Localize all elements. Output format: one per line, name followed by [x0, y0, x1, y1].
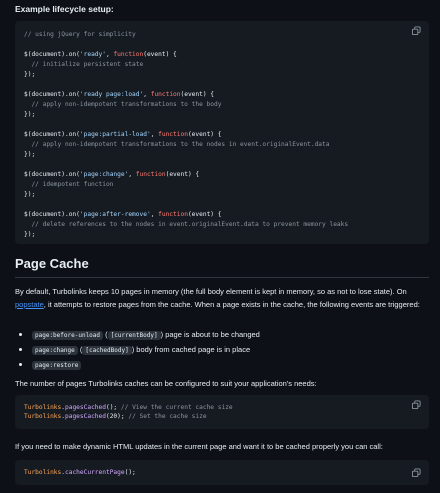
code-line: }); [24, 190, 35, 199]
code-token: $(document).on( [24, 211, 80, 218]
code-token: (event) { [143, 51, 177, 58]
code-line: $(document).on('ready page:load', functi… [24, 90, 214, 99]
code-token: (event) { [187, 131, 222, 138]
code-token: (event) { [187, 211, 222, 218]
code-token: // Set the cache size [128, 413, 207, 420]
event-code: page:change [32, 346, 78, 355]
code-token: // View the current cache size [120, 404, 233, 411]
code-token: (); [105, 404, 121, 411]
code-line: }); [24, 230, 35, 239]
event-description: body from cached page is in place [136, 345, 251, 354]
code-line: }); [24, 70, 35, 79]
code-token: (event) { [180, 91, 215, 98]
code-token: , [143, 91, 151, 98]
paren-open: ( [103, 330, 108, 339]
code-token: // apply non-idempotent transformations … [24, 141, 330, 148]
page-cache-paragraph: By default, Turbolinks keeps 10 pages in… [15, 285, 429, 311]
code-token: $(document).on( [24, 171, 80, 178]
code-token: }); [24, 151, 36, 158]
code-line: $(document).on('ready', function(event) … [24, 50, 177, 59]
code-token: }); [24, 191, 36, 198]
code-line: }); [24, 150, 35, 159]
bullet-dot [19, 333, 22, 336]
event-arg: [currentBody] [107, 331, 161, 340]
code-line: Turbolinks.pagesCached(20); // Set the c… [24, 412, 207, 421]
list-item: page:change ([cachedBody]) body from cac… [32, 344, 250, 357]
code-line: // initialize persistent state [24, 60, 143, 69]
code-token: , [150, 131, 159, 138]
list-item: page:restore [32, 359, 82, 372]
code-token: function [158, 131, 188, 138]
code-line: $(document).on('page:partial-load', func… [24, 130, 221, 139]
list-item: page:before-unload ([currentBody]) page … [32, 329, 260, 342]
code-token: // delete references to the nodes in eve… [24, 221, 349, 228]
cache-code-block: Turbolinks.pagesCached(); // View the cu… [15, 395, 429, 429]
copy-icon[interactable] [412, 26, 421, 36]
dynamic-update-paragraph: If you need to make dynamic HTML updates… [15, 442, 383, 451]
code-token: }); [24, 231, 36, 238]
para-text-1: By default, Turbolinks keeps 10 pages in… [15, 287, 407, 296]
event-arg: [cachedBody] [82, 346, 132, 355]
code-token: function [158, 211, 188, 218]
code-token: function [150, 91, 181, 98]
code-token: }); [24, 111, 36, 118]
code-token: // idempotent function [24, 181, 114, 188]
code-token: Turbolinks [24, 404, 62, 411]
code-token: 'page:change' [79, 171, 129, 178]
code-token: (); [124, 469, 136, 476]
code-token: $(document).on( [24, 51, 80, 58]
code-token: function [135, 171, 166, 178]
code-token: }); [24, 71, 36, 78]
code-line: // delete references to the nodes in eve… [24, 220, 348, 229]
code-token: $(document).on( [24, 91, 80, 98]
code-token: Turbolinks [24, 469, 62, 476]
code-token: (event) { [165, 171, 200, 178]
event-description: page is about to be changed [165, 330, 260, 339]
heading-divider [15, 277, 429, 278]
code-token: pagesCached [65, 404, 106, 411]
code-token: // apply non-idempotent transformations … [24, 101, 222, 108]
code-line: // using jQuery for simplicity [24, 30, 136, 39]
code-line: // apply non-idempotent transformations … [24, 100, 221, 109]
code-line: // apply non-idempotent transformations … [24, 140, 329, 149]
code-line: Turbolinks.cacheCurrentPage(); [24, 468, 136, 477]
current-page-code-block: Turbolinks.cacheCurrentPage(); [15, 460, 429, 485]
bullet-dot [19, 363, 22, 366]
code-token: 'page:after-remove' [79, 211, 151, 218]
code-token: , [150, 211, 159, 218]
code-line: $(document).on('page:after-remove', func… [24, 210, 221, 219]
code-token: // initialize persistent state [24, 61, 144, 68]
lifecycle-code-block: // using jQuery for simplicity $(document… [15, 21, 429, 244]
cache-count-paragraph: The number of pages Turbolinks caches ca… [15, 379, 317, 388]
code-token: 'ready' [79, 51, 106, 58]
code-line: // idempotent function [24, 180, 113, 189]
para-text-2: , it attempts to restore pages from the … [43, 300, 420, 309]
code-token: cacheCurrentPage [65, 469, 125, 476]
event-code: page:restore [32, 361, 82, 370]
code-line: Turbolinks.pagesCached(); // View the cu… [24, 403, 233, 412]
code-token: function [113, 51, 144, 58]
code-token: 'ready page:load' [79, 91, 144, 98]
copy-icon[interactable] [412, 468, 421, 478]
popstate-link[interactable]: popstate [15, 300, 44, 309]
code-line: $(document).on('page:change', function(e… [24, 170, 199, 179]
page-cache-heading: Page Cache [15, 256, 89, 271]
code-token: (20); [105, 413, 129, 420]
code-token: 'page:partial-load' [79, 131, 151, 138]
copy-icon[interactable] [412, 400, 421, 410]
section-heading: Example lifecycle setup: [15, 4, 114, 14]
code-token: Turbolinks [24, 413, 62, 420]
code-token: // using jQuery for simplicity [24, 31, 136, 38]
bullet-dot [19, 348, 22, 351]
code-token: pagesCached [65, 413, 106, 420]
code-token: , [128, 171, 136, 178]
code-line: }); [24, 110, 35, 119]
event-code: page:before-unload [32, 331, 104, 340]
code-token: $(document).on( [24, 131, 80, 138]
